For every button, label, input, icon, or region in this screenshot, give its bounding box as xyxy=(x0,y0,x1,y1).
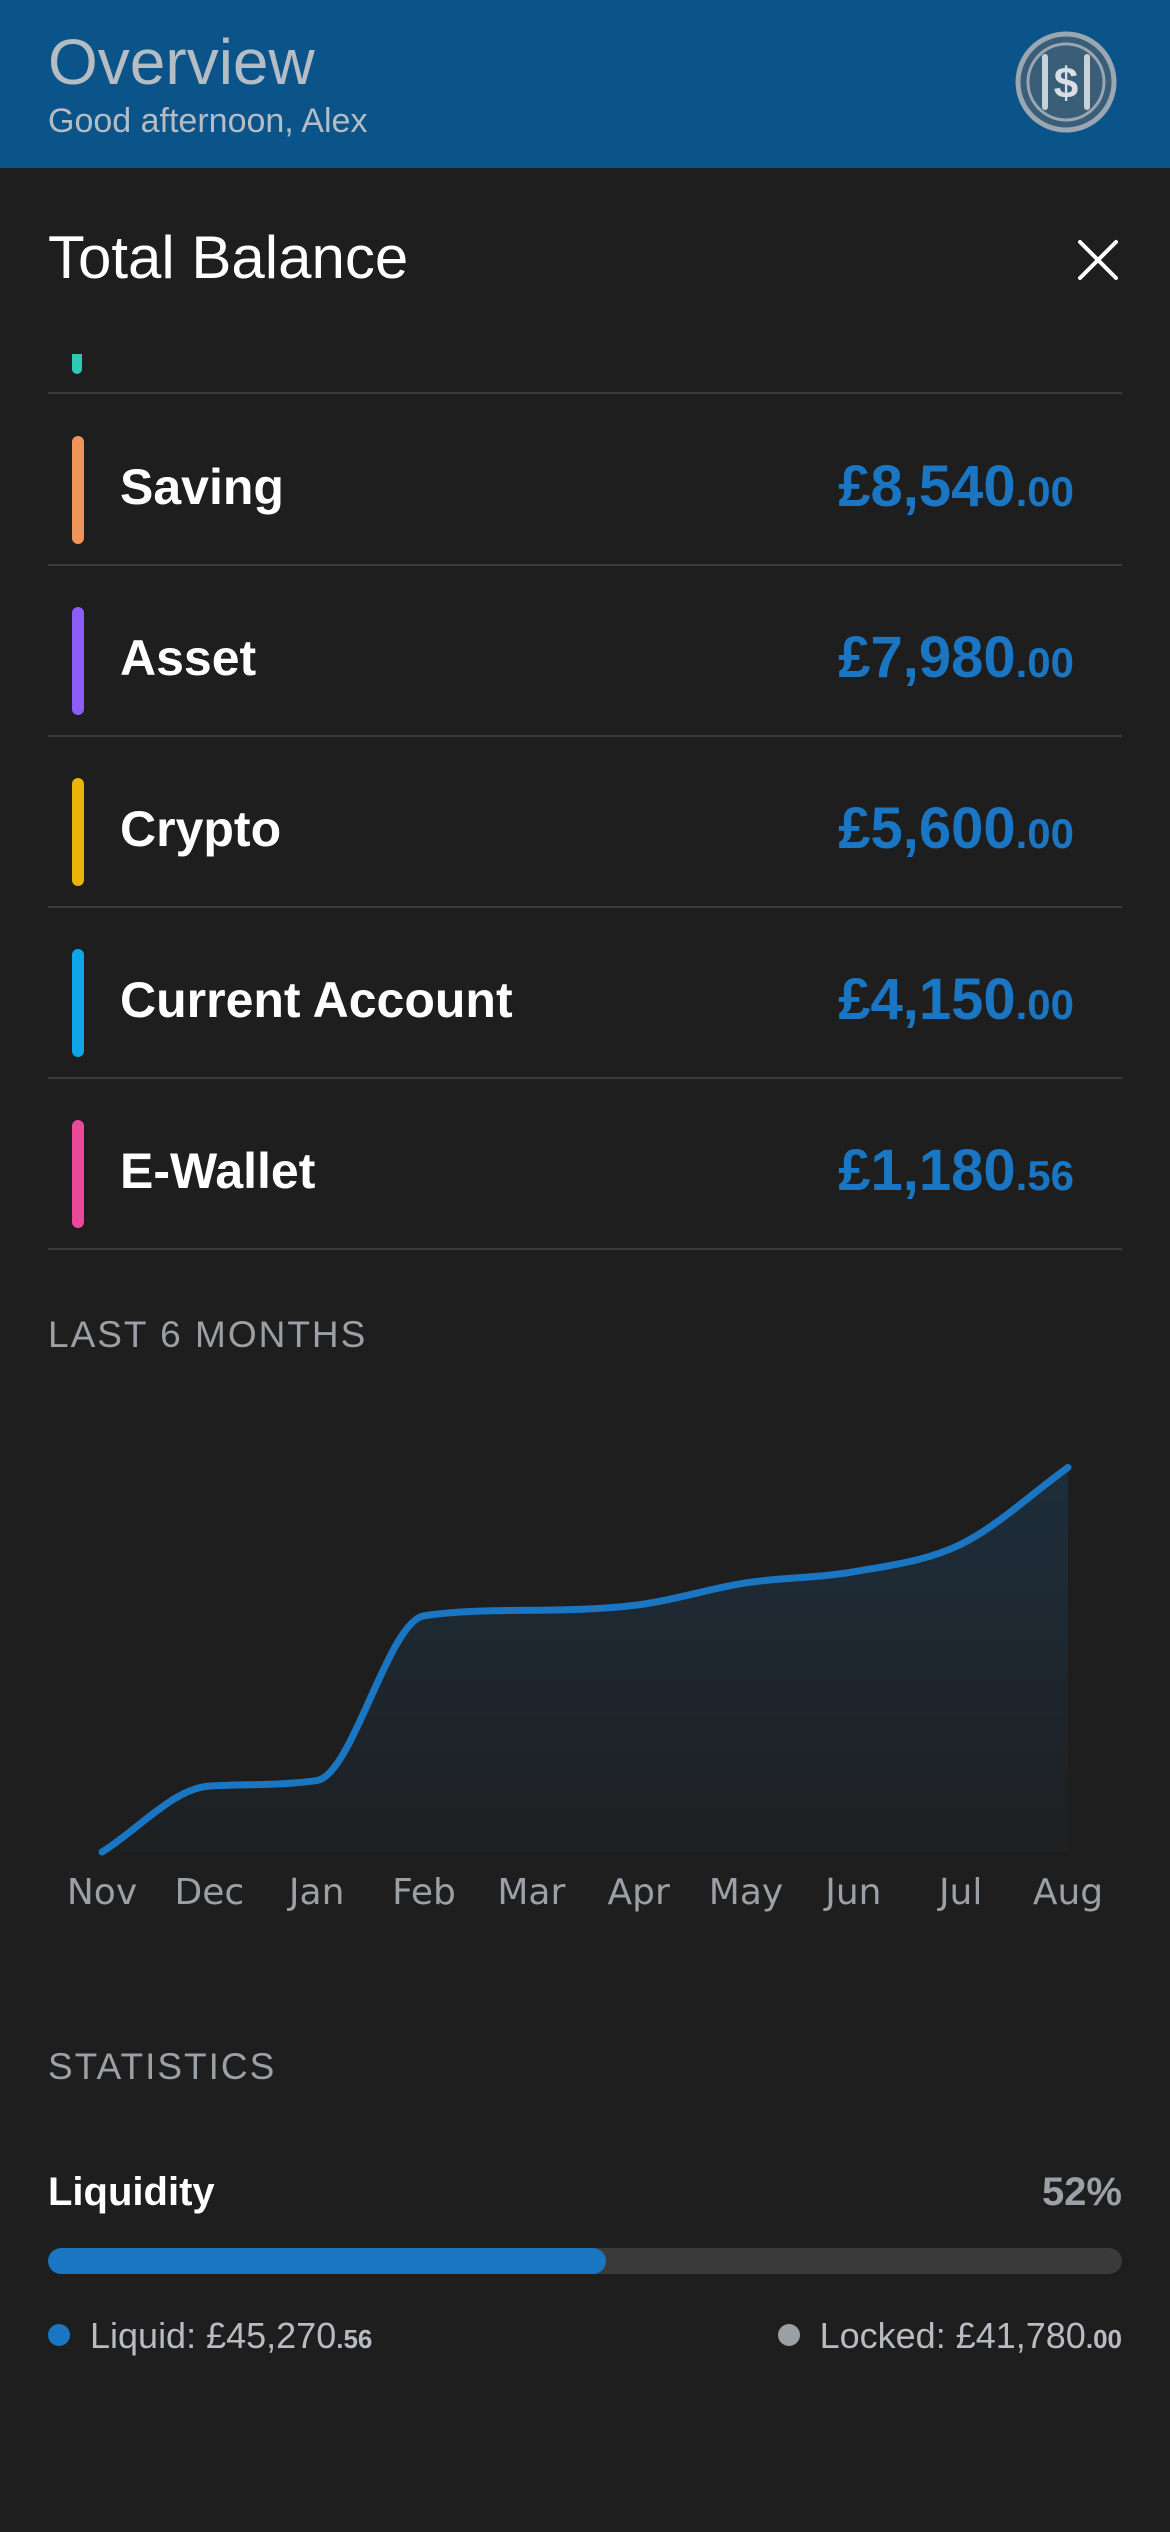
liquidity-percent: 52% xyxy=(1041,2170,1122,2214)
liquid-legend: Liquid: £45,270.56 xyxy=(48,2318,372,2354)
account-label: Current Account xyxy=(120,972,513,1028)
x-axis-tick-label: Jan xyxy=(287,1872,345,1913)
x-axis-tick-label: Feb xyxy=(392,1872,456,1913)
account-amount: £4,150.00 xyxy=(838,971,1074,1029)
close-icon[interactable] xyxy=(1070,232,1126,288)
dollar-coin-icon[interactable]: $ xyxy=(1014,30,1118,134)
liquidity-progress-fill xyxy=(48,2248,607,2274)
liquid-amount: Liquid: £45,270 xyxy=(90,2315,337,2356)
account-row[interactable]: Crypto £5,600.00 xyxy=(48,736,1122,906)
liquidity-progress-bar xyxy=(48,2248,1122,2274)
account-amount-major: £5,600 xyxy=(838,796,1016,861)
account-label: E-Wallet xyxy=(120,1143,316,1199)
account-amount-minor: .00 xyxy=(1015,810,1074,857)
account-amount: £7,980.00 xyxy=(838,629,1074,687)
total-balance-title: Total Balance xyxy=(48,224,409,291)
account-amount-major: £8,540 xyxy=(838,454,1016,519)
x-axis-tick-label: Dec xyxy=(174,1872,244,1913)
divider xyxy=(48,1248,1122,1250)
account-row[interactable]: Asset £7,980.00 xyxy=(48,565,1122,735)
greeting-text: Good afternoon, Alex xyxy=(48,102,368,140)
account-row[interactable]: E-Wallet £1,180.56 xyxy=(48,1078,1122,1248)
account-amount-minor: .00 xyxy=(1015,981,1074,1028)
app-header: Overview Good afternoon, Alex $ xyxy=(0,0,1170,168)
account-label: Asset xyxy=(120,630,257,686)
balance-history-chart: Nov Dec Jan Feb Mar Apr May Jun Jul Aug xyxy=(67,1463,1103,1913)
liquidity-label: Liquidity xyxy=(48,2170,215,2214)
account-color-bar xyxy=(72,607,84,715)
account-label: Saving xyxy=(120,459,284,515)
liquid-dot-icon xyxy=(48,2324,70,2347)
x-axis-tick-label: Jul xyxy=(937,1872,982,1913)
locked-legend: Locked: £41,780.00 xyxy=(777,2315,1122,2356)
x-axis-tick-label: Nov xyxy=(67,1872,137,1913)
page-title: Overview xyxy=(48,26,315,98)
account-amount-major: £4,150 xyxy=(838,967,1016,1032)
x-axis-tick-label: May xyxy=(709,1872,783,1913)
account-amount: £8,540.00 xyxy=(838,458,1074,516)
account-color-bar xyxy=(72,354,82,374)
account-color-bar xyxy=(72,436,84,544)
locked-dot-icon xyxy=(777,2324,800,2347)
x-axis-tick-label: Mar xyxy=(497,1872,565,1913)
account-amount-minor: .00 xyxy=(1015,468,1074,515)
x-axis-tick-label: Jun xyxy=(823,1872,881,1913)
account-amount: £1,180.56 xyxy=(838,1142,1074,1200)
account-amount-minor: .56 xyxy=(1015,1152,1074,1199)
account-row[interactable]: Current Account £4,150.00 xyxy=(48,907,1122,1077)
account-amount-major: £1,180 xyxy=(838,1138,1016,1203)
x-axis-tick-label: Apr xyxy=(608,1872,670,1913)
statistics-label: STATISTICS xyxy=(48,2046,277,2087)
account-row[interactable]: Saving £8,540.00 xyxy=(48,394,1122,564)
account-color-bar xyxy=(72,949,84,1057)
account-label: Crypto xyxy=(120,801,282,857)
account-amount-minor: .00 xyxy=(1015,639,1074,686)
chart-area-fill xyxy=(102,1467,1068,1852)
svg-text:$: $ xyxy=(1054,59,1078,108)
liquid-amount-minor: .56 xyxy=(336,2324,373,2354)
x-axis-tick-label: Aug xyxy=(1033,1872,1103,1913)
locked-amount: Locked: £41,780 xyxy=(819,2315,1086,2356)
account-color-bar xyxy=(72,1120,84,1228)
account-color-bar xyxy=(72,778,84,886)
history-label: LAST 6 MONTHS xyxy=(48,1314,368,1355)
locked-amount-minor: .00 xyxy=(1085,2324,1122,2354)
account-amount: £5,600.00 xyxy=(838,800,1074,858)
account-amount-major: £7,980 xyxy=(838,625,1016,690)
